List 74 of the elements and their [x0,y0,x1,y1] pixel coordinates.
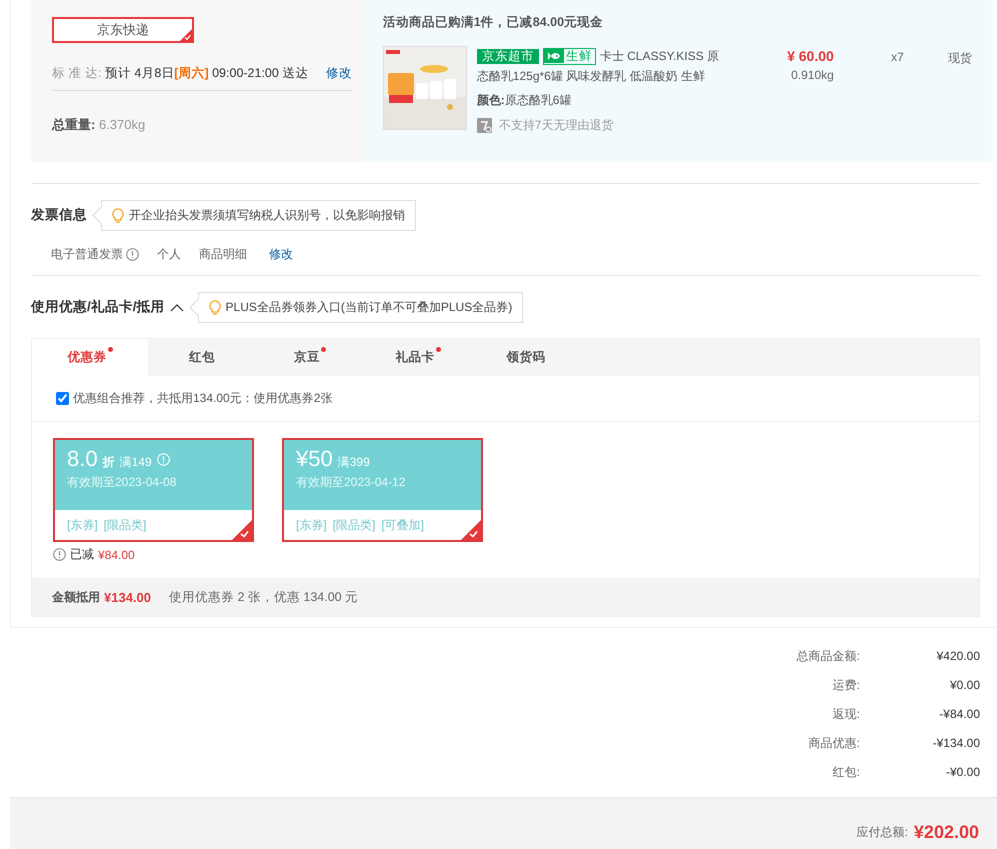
tab[interactable]: 礼品卡 [364,339,472,376]
total-label: 返现: [832,706,860,723]
stock-status: 现货 [946,50,972,67]
coupon-validity: 有效期至2023-04-08 [67,474,178,491]
return-policy: 不支持7天无理由退货 [498,117,614,134]
total-label: 商品优惠: [808,735,860,752]
summary-text: 使用优惠券 2 张，优惠 134.00 元 [169,588,358,606]
coupon-tag: [可叠加] [381,516,424,534]
no-return-icon [476,118,492,133]
total-value: ¥0.00 [948,677,980,694]
info-icon [126,248,139,261]
eta-label: 标 准 达: [52,66,102,80]
lightbulb-icon [208,300,221,314]
lightbulb-icon [112,208,124,222]
payable-amount: ¥202.00 [914,822,979,843]
product-name: 卡士 CLASSY.KISS 原 [600,48,719,65]
tip-text: PLUS全品券领券入口(当前订单不可叠加PLUS全品券) [226,298,512,316]
check-corner-icon [461,520,481,540]
eta-time: 09:00-21:00 送达 [212,66,308,80]
promo-notice: 活动商品已购满1件，已减84.00元现金 [382,14,604,31]
total-label: 运费: [832,677,860,694]
coupon-tag: [东券] [67,516,98,534]
coupon-amount: 8.0 [67,446,98,472]
note-amount: ¥84.00 [98,548,135,562]
edit-link[interactable]: 修改 [326,66,352,80]
note-label: 已减 [70,546,94,563]
total-value: -¥0.00 [944,764,980,781]
recommend-text: 优惠组合推荐，共抵用134.00元：使用优惠券2张 [73,390,332,407]
fresh-tag: 生鲜 [542,48,596,64]
eta-date: 预计 4月8日 [104,66,174,80]
tab[interactable]: 优惠券 [32,339,148,376]
weight-label: 总重量: [52,117,96,132]
spec-label: 颜色: [476,93,505,107]
fish-icon [544,49,564,63]
product-weight: 0.910kg [791,68,834,82]
store-tag: 京东超市 [476,48,539,64]
checkbox[interactable] [56,392,69,405]
coupon-tag: [限品类] [332,516,376,534]
product-name: 态酪乳125g*6罐 风味发酵乳 低温酸奶 生鲜 [476,68,706,85]
coupon-condition: 满149 [120,454,152,471]
invoice-type: 电子普通发票 [51,246,123,263]
section-title: 使用优惠/礼品卡/抵用 [31,298,165,316]
weight-value: 6.370kg [98,117,146,132]
info-icon [53,548,66,561]
tab[interactable]: 领货码 [472,339,580,376]
check-corner-icon [180,29,192,41]
coupon-tag: [东券] [296,516,327,534]
total-value: ¥420.00 [936,648,980,665]
coupon-validity: 有效期至2023-04-12 [296,474,406,491]
tab[interactable]: 红包 [148,339,256,376]
coupon-tag: [限品类] [104,516,146,534]
coupon-amount: ¥50 [296,446,333,472]
edit-link[interactable]: 修改 [269,246,293,263]
coupon-condition: 满399 [338,454,370,471]
spec-value: 原态酪乳6罐 [504,93,572,107]
eta-day: [周六] [174,66,209,80]
tip-text: 开企业抬头发票须填写纳税人识别号，以免影响报销 [129,206,405,224]
total-value: -¥84.00 [938,706,980,723]
payable-label: 应付总额: [856,824,908,841]
section-title: 发票信息 [31,206,87,224]
invoice-detail: 商品明细 [199,246,247,263]
summary-label: 金额抵用 [52,588,100,606]
check-corner-icon [232,520,252,540]
invoice-detail: 个人 [157,246,181,263]
product-price: ¥ 60.00 [787,48,834,64]
tab[interactable]: 京豆 [256,339,364,376]
caret-icon[interactable] [170,302,184,312]
total-label: 总商品金额: [796,648,860,665]
quantity: x7 [890,50,904,64]
total-label: 红包: [832,764,860,781]
delivery-option[interactable]: 京东快递 [52,17,194,43]
coupon-unit: 折 [102,454,115,471]
total-value: -¥134.00 [932,735,980,752]
summary-amount: ¥134.00 [104,590,151,604]
